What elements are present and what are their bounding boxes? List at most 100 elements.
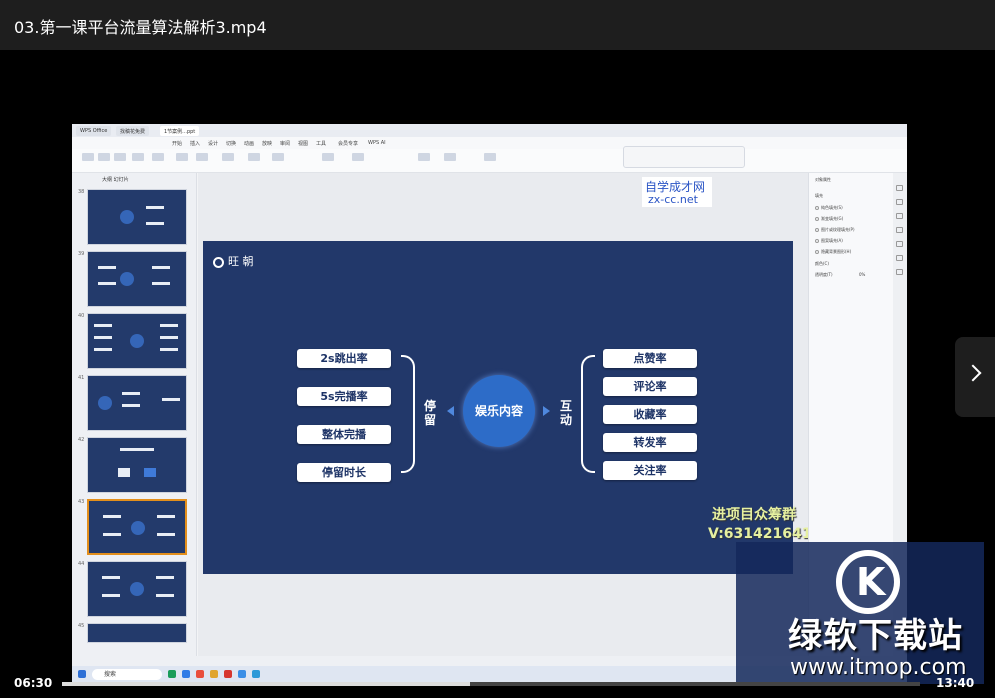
app-icon[interactable] — [168, 670, 176, 678]
left-metric: 5s完播率 — [297, 387, 391, 406]
fill-option-label: 隐藏背景图形(H) — [821, 249, 852, 254]
thumb-bar — [162, 398, 180, 401]
fill-option[interactable]: 渐变填充(G) — [815, 216, 843, 222]
current-slide[interactable]: 旺 朝 2s跳出率 5s完播率 整体完播 停留时长 停留 娱乐内容 互动 点赞率… — [203, 241, 793, 574]
thumb-number: 43 — [78, 499, 85, 505]
thumb-bar — [118, 468, 130, 477]
ribbon-btn — [418, 153, 430, 161]
fill-option-label: 图片或纹理填充(P) — [821, 227, 855, 232]
radio-icon — [815, 217, 819, 221]
slide-thumbnail[interactable] — [87, 251, 187, 307]
thumb-bar — [120, 448, 154, 451]
thumb-bar — [160, 324, 178, 327]
menu-insert: 插入 — [190, 141, 201, 147]
app-icon[interactable] — [238, 670, 246, 678]
ppt-tab-2: 找稿花免费 — [116, 126, 150, 136]
thumb-bar — [152, 282, 170, 285]
thumb-bar — [156, 576, 174, 579]
thumb-bar — [94, 336, 112, 339]
app-icon[interactable] — [196, 670, 204, 678]
fill-option[interactable]: 图片或纹理填充(P) — [815, 227, 855, 233]
ribbon-btn — [82, 153, 94, 161]
title-bar: 03.第一课平台流量算法解析3.mp4 — [0, 0, 995, 50]
menu-wps-ai: WPS AI — [368, 140, 386, 146]
transparency-value[interactable]: 0% — [859, 272, 865, 277]
fill-option-label: 渐变填充(G) — [821, 216, 844, 221]
slide-logo-text: 旺 朝 — [228, 255, 254, 268]
menu-tools: 工具 — [316, 141, 327, 147]
tool-icon[interactable] — [896, 269, 903, 275]
radio-icon — [815, 239, 819, 243]
arrow-left-icon — [447, 406, 454, 416]
radio-icon — [815, 206, 819, 210]
thumb-bar — [152, 266, 170, 269]
fill-option[interactable]: 隐藏背景图形(H) — [815, 249, 851, 255]
brand-logo-letter-icon: K — [856, 560, 886, 604]
slide-thumbnail[interactable] — [87, 375, 187, 431]
arrow-right-icon — [543, 406, 550, 416]
slide-thumbnail[interactable] — [87, 189, 187, 245]
tool-icon[interactable] — [896, 199, 903, 205]
fill-option[interactable]: 纯色填充(S) — [815, 205, 843, 211]
ribbon-btn — [114, 153, 126, 161]
tool-icon[interactable] — [896, 227, 903, 233]
tool-icon[interactable] — [896, 213, 903, 219]
slide-thumbnail[interactable] — [87, 623, 187, 643]
app-icon[interactable] — [182, 670, 190, 678]
ribbon-search-box[interactable] — [623, 146, 745, 168]
slide-logo: 旺 朝 — [213, 253, 254, 269]
ribbon-btn — [98, 153, 110, 161]
thumb-number: 42 — [78, 437, 85, 443]
thumb-panel-header: 大纲 幻灯片 — [102, 177, 129, 183]
ribbon-btn — [248, 153, 260, 161]
app-icon[interactable] — [252, 670, 260, 678]
next-video-button[interactable] — [955, 337, 995, 417]
ribbon-btn — [222, 153, 234, 161]
ribbon-btn — [272, 153, 284, 161]
thumb-bar — [157, 533, 175, 536]
thumb-circle — [120, 272, 134, 286]
slide-thumbnail[interactable] — [87, 437, 187, 493]
watermark-en: zx-cc.net — [648, 193, 698, 206]
app-icon[interactable] — [210, 670, 218, 678]
thumb-circle — [131, 521, 145, 535]
logo-icon — [213, 256, 224, 268]
thumb-circle — [98, 396, 112, 410]
thumb-bar — [122, 404, 140, 407]
slide-thumbnail[interactable] — [87, 313, 187, 369]
menu-review: 审阅 — [280, 141, 291, 147]
video-player: 03.第一课平台流量算法解析3.mp4 WPS Office 找稿花免费 1节案… — [0, 0, 995, 698]
tool-icon[interactable] — [896, 255, 903, 261]
fill-option[interactable]: 图案填充(A) — [815, 238, 843, 244]
progress-bar[interactable] — [62, 682, 920, 686]
ribbon-btn — [152, 153, 164, 161]
left-metric: 整体完播 — [297, 425, 391, 444]
thumb-bar — [103, 515, 121, 518]
thumb-bar — [144, 468, 156, 477]
ad-overlay-line2: V:631421641 — [708, 526, 812, 542]
wps-icon[interactable] — [224, 670, 232, 678]
brand-title: 绿软下载站 — [788, 616, 963, 656]
thumb-bar — [102, 594, 120, 597]
thumb-number: 40 — [78, 313, 85, 319]
brand-watermark: K 绿软下载站 www.itmop.com — [736, 542, 984, 684]
thumb-bar — [122, 392, 140, 395]
total-time: 13:40 — [936, 676, 975, 690]
right-metric: 点赞率 — [603, 349, 697, 368]
slide-thumbnail[interactable] — [87, 561, 187, 617]
right-metric: 收藏率 — [603, 405, 697, 424]
ppt-tab-active: 1节案例...ppt — [160, 126, 200, 136]
menu-transition: 切换 — [226, 141, 237, 147]
thumb-bar — [102, 576, 120, 579]
tool-icon[interactable] — [896, 241, 903, 247]
tool-icon[interactable] — [896, 185, 903, 191]
right-bracket — [581, 355, 595, 473]
right-metric: 转发率 — [603, 433, 697, 452]
thumb-bar — [146, 206, 164, 209]
menu-design: 设计 — [208, 141, 219, 147]
menu-view: 视图 — [298, 141, 309, 147]
windows-start-icon[interactable] — [78, 670, 86, 678]
slide-thumbnail-selected[interactable] — [87, 499, 187, 555]
thumb-number: 45 — [78, 623, 85, 629]
taskbar-search[interactable]: 搜索 — [92, 669, 162, 680]
